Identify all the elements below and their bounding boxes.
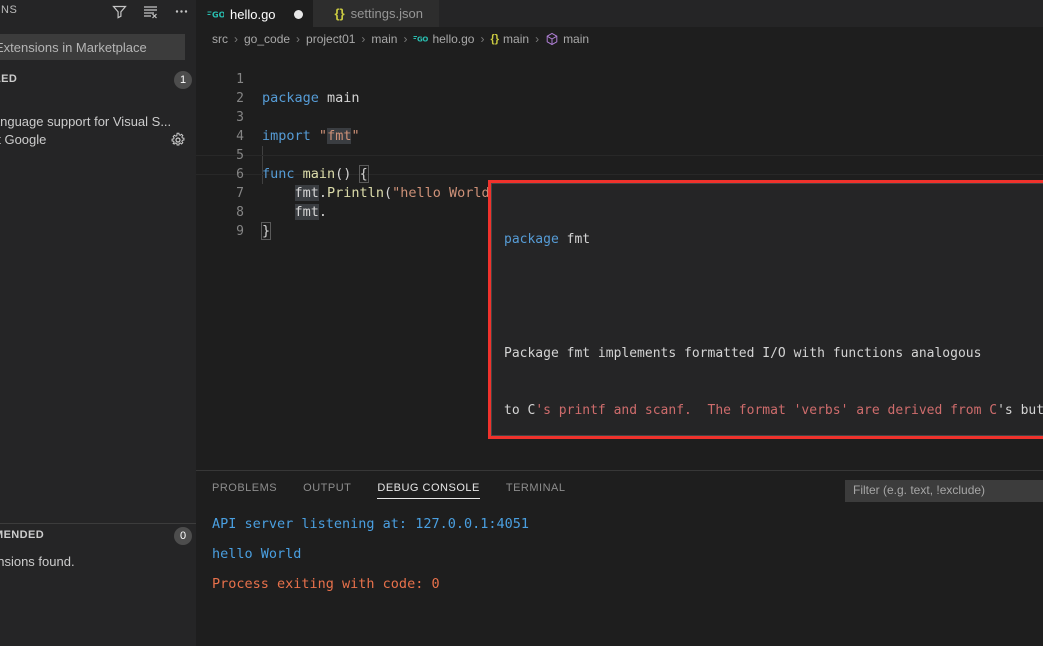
console-line: Process exiting with code: 0 xyxy=(212,576,440,592)
vscode-window: ONS Extensions in Mar xyxy=(0,0,1043,646)
sidebar-section-enabled[interactable]: LED 1 xyxy=(0,70,196,92)
doc-line: to C's printf and scanf. The format 'ver… xyxy=(504,403,1043,418)
panel-tab-bar: PROBLEMS OUTPUT DEBUG CONSOLE TERMINAL F… xyxy=(196,471,1043,506)
chevron-right-icon: › xyxy=(535,32,540,46)
svg-text:GO: GO xyxy=(417,35,428,43)
breadcrumb-label: src xyxy=(212,32,228,46)
json-file-icon: {} xyxy=(334,6,345,21)
tab-settings-json-label: settings.json xyxy=(350,6,423,21)
breadcrumb-label: main xyxy=(503,32,530,46)
console-line: API server listening at: 127.0.0.1:4051 xyxy=(212,516,529,532)
code-line: 5 func main() { xyxy=(196,127,1043,183)
tab-debug-console[interactable]: DEBUG CONSOLE xyxy=(377,471,481,506)
code-line: 1 package main xyxy=(196,51,1043,106)
sidebar-header: ONS xyxy=(0,0,196,27)
doc-line: Package fmt implements formatted I/O wit… xyxy=(504,346,982,361)
editor-tab-bar: GO hello.go {} settings.json xyxy=(196,0,1043,27)
breadcrumb-label: hello.go xyxy=(432,32,475,46)
more-actions-icon[interactable] xyxy=(173,3,190,20)
search-input-value: Extensions in Marketplace xyxy=(0,40,147,55)
sidebar-section-enabled-label: LED xyxy=(0,73,18,85)
code-line: 2 xyxy=(196,70,1043,106)
doc-line xyxy=(504,287,1043,306)
go-file-icon: GO xyxy=(207,8,224,20)
line-content: } xyxy=(260,222,272,240)
tab-hello-go[interactable]: GO hello.go xyxy=(196,0,313,27)
filter-input-placeholder: Filter (e.g. text, !exclude) xyxy=(853,483,986,497)
tab-settings-json[interactable]: {} settings.json xyxy=(312,0,439,27)
tab-terminal[interactable]: TERMINAL xyxy=(506,471,566,506)
sidebar-section-recommended[interactable]: MENDED 0 xyxy=(0,526,196,548)
debug-console-output: API server listening at: 127.0.0.1:4051 … xyxy=(212,509,529,599)
go-file-icon: GO xyxy=(413,33,429,46)
hover-documentation-popup[interactable]: package fmt Package fmt implements forma… xyxy=(488,180,1043,439)
breadcrumb-label: go_code xyxy=(244,32,291,46)
svg-text:GO: GO xyxy=(212,11,224,20)
gear-icon[interactable] xyxy=(170,132,186,153)
breadcrumb-label: project01 xyxy=(306,32,356,46)
bottom-panel: PROBLEMS OUTPUT DEBUG CONSOLE TERMINAL F… xyxy=(196,470,1043,646)
tab-dirty-indicator[interactable] xyxy=(293,9,303,19)
breadcrumb-item-project01[interactable]: project01 xyxy=(306,32,355,46)
chevron-right-icon: › xyxy=(234,32,238,46)
code-line: 6 fmt.Println("hello World") xyxy=(196,146,1043,201)
console-line: hello World xyxy=(212,546,302,562)
doc-line: package fmt xyxy=(504,232,591,247)
cube-symbol-icon xyxy=(545,32,559,47)
recommended-empty-message: ensions found. xyxy=(0,554,75,569)
breadcrumb: src › go_code › project01 › main › GO he… xyxy=(196,27,1043,51)
sidebar-section-recommended-label: MENDED xyxy=(0,529,45,541)
tab-output[interactable]: OUTPUT xyxy=(303,471,351,506)
sidebar-section-enabled-count: 1 xyxy=(174,71,192,89)
hover-popup-body: package fmt Package fmt implements forma… xyxy=(491,183,1043,436)
clear-all-icon[interactable] xyxy=(142,3,159,20)
breadcrumb-item-main-folder[interactable]: main xyxy=(371,32,397,46)
code-line: 4 xyxy=(196,108,1043,144)
breadcrumb-label: main xyxy=(563,32,590,46)
breadcrumb-item-go-code[interactable]: go_code xyxy=(244,32,290,46)
line-number: 9 xyxy=(236,224,244,239)
sidebar-section-recommended-count: 0 xyxy=(174,527,192,545)
editor-group: GO hello.go {} settings.json src › go_co… xyxy=(196,0,1043,646)
tab-hello-go-label: hello.go xyxy=(230,6,276,22)
sidebar-title: ONS xyxy=(0,4,18,16)
breadcrumb-item-src[interactable]: src xyxy=(212,32,228,46)
breadcrumb-item-hello-go[interactable]: GO hello.go xyxy=(413,32,474,46)
breadcrumb-item-main-package[interactable]: {} main xyxy=(490,32,529,46)
chevron-right-icon: › xyxy=(480,32,485,46)
sidebar-actions xyxy=(111,3,190,20)
extension-list-item[interactable]: 2 language support for Visual S... at Go… xyxy=(0,96,196,156)
breadcrumb-item-main-symbol[interactable]: main xyxy=(545,32,589,47)
filter-input[interactable]: Filter (e.g. text, !exclude) xyxy=(845,480,1043,502)
filter-icon[interactable] xyxy=(111,3,128,20)
sidebar-divider xyxy=(0,523,196,524)
extension-description: language support for Visual S... xyxy=(0,114,172,129)
breadcrumb-label: main xyxy=(371,32,398,46)
tab-problems[interactable]: PROBLEMS xyxy=(212,471,277,506)
search-input[interactable]: Extensions in Marketplace xyxy=(0,34,185,60)
chevron-right-icon: › xyxy=(296,32,301,46)
code-line: 3 import "fmt" xyxy=(196,89,1043,144)
extensions-sidebar: ONS Extensions in Mar xyxy=(0,0,196,646)
chevron-right-icon: › xyxy=(403,32,408,46)
extension-publisher: at Google xyxy=(0,132,47,147)
hover-doc-content: package fmt Package fmt implements forma… xyxy=(504,192,1043,435)
json-brace-icon: {} xyxy=(490,33,500,45)
chevron-right-icon: › xyxy=(361,32,366,46)
